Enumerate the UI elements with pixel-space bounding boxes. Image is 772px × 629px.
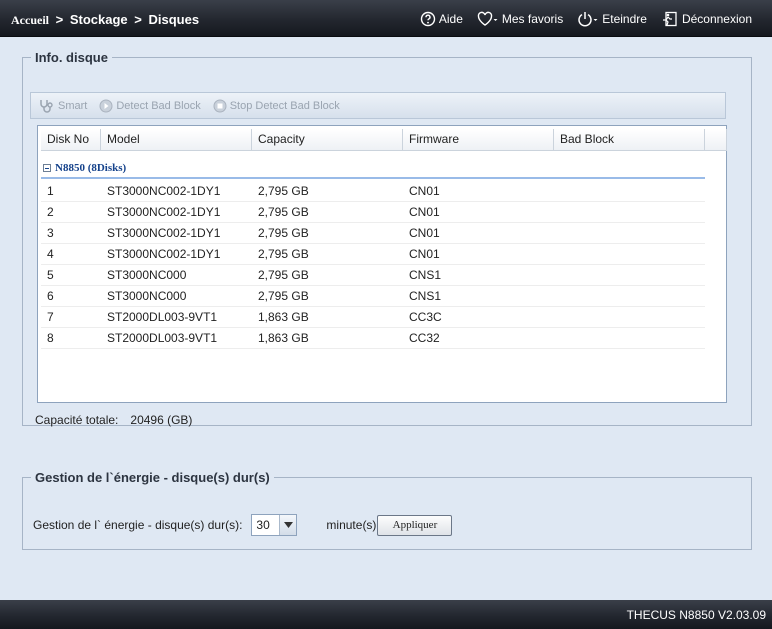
detect-bad-block-label: Detect Bad Block xyxy=(116,99,201,112)
table-row[interactable]: 4 ST3000NC002-1DY1 2,795 GB CN01 xyxy=(41,244,705,265)
table-row[interactable]: 7 ST2000DL003-9VT1 1,863 GB CC3C xyxy=(41,307,705,328)
cell-model: ST3000NC002-1DY1 xyxy=(107,247,221,261)
power-management-label: Gestion de l` énergie - disque(s) dur(s)… xyxy=(33,518,243,532)
power-management-panel: Gestion de l`énergie - disque(s) dur(s) … xyxy=(22,470,752,550)
cell-capacity: 1,863 GB xyxy=(258,310,309,324)
smart-label: Smart xyxy=(58,99,88,112)
stop-icon xyxy=(213,99,227,112)
total-capacity: Capacité totale: 20496 (GB) xyxy=(35,413,192,427)
firmware-version: THECUS N8850 V2.03.09 xyxy=(626,608,766,622)
breadcrumb-separator: > xyxy=(55,12,64,27)
cell-model: ST3000NC002-1DY1 xyxy=(107,205,221,219)
column-header-bad-block[interactable]: Bad Block xyxy=(554,129,705,150)
help-label: Aide xyxy=(438,12,463,26)
cell-model: ST3000NC002-1DY1 xyxy=(107,184,221,198)
cell-firmware: CC3C xyxy=(409,310,442,324)
favorites-button[interactable]: Mes favoris xyxy=(477,11,563,27)
cell-firmware: CN01 xyxy=(409,184,440,198)
cell-capacity: 2,795 GB xyxy=(258,184,309,198)
column-header-model[interactable]: Model xyxy=(101,129,252,150)
column-header-disk-no[interactable]: Disk No xyxy=(41,129,101,150)
cell-firmware: CNS1 xyxy=(409,289,442,303)
disk-grid: Disk No Model Capacity Firmware Bad Bloc… xyxy=(37,125,727,403)
heart-icon xyxy=(477,11,498,26)
cell-firmware: CC32 xyxy=(409,331,440,345)
logout-button[interactable]: Déconnexion xyxy=(661,11,752,27)
total-capacity-value: 20496 (GB) xyxy=(130,413,193,427)
table-row[interactable]: 1 ST3000NC002-1DY1 2,795 GB CN01 xyxy=(41,181,705,202)
column-header-capacity[interactable]: Capacity xyxy=(252,129,403,150)
breadcrumb-current-page: Disques xyxy=(148,12,200,27)
table-row[interactable]: 6 ST3000NC000 2,795 GB CNS1 xyxy=(41,286,705,307)
cell-firmware: CN01 xyxy=(409,247,440,261)
detect-bad-block-button[interactable]: Detect Bad Block xyxy=(99,99,201,113)
cell-disk-no: 1 xyxy=(47,184,54,198)
disk-toolbar: Smart Detect Bad Block Stop Detect Bad B… xyxy=(30,92,726,119)
table-row[interactable]: 3 ST3000NC002-1DY1 2,795 GB CN01 xyxy=(41,223,705,244)
column-header-spacer xyxy=(705,129,727,150)
exit-icon xyxy=(662,11,677,27)
apply-button[interactable]: Appliquer xyxy=(377,514,453,536)
stethoscope-icon xyxy=(40,99,53,113)
help-icon xyxy=(420,11,436,27)
chevron-down-icon[interactable] xyxy=(279,515,297,535)
disk-group-label: N8850 (8Disks) xyxy=(55,162,127,174)
cell-model: ST2000DL003-9VT1 xyxy=(107,310,218,324)
cell-disk-no: 7 xyxy=(47,310,54,324)
top-nav: Aide Mes favoris Eteindre Déconnexion xyxy=(420,11,752,27)
main-content: Info. disque Smart Detect Bad Block Stop… xyxy=(2,38,770,595)
logout-label: Déconnexion xyxy=(681,12,752,26)
favorites-label: Mes favoris xyxy=(501,12,564,26)
grid-header: Disk No Model Capacity Firmware Bad Bloc… xyxy=(41,129,727,151)
breadcrumb-section[interactable]: Stockage xyxy=(70,12,128,27)
cell-firmware: CN01 xyxy=(409,205,440,219)
standby-minutes-select[interactable]: 30 xyxy=(251,514,298,536)
cell-firmware: CNS1 xyxy=(409,268,442,282)
power-management-legend: Gestion de l`énergie - disque(s) dur(s) xyxy=(35,470,270,485)
cell-disk-no: 8 xyxy=(47,331,54,345)
cell-disk-no: 5 xyxy=(47,268,54,282)
help-button[interactable]: Aide xyxy=(420,11,463,27)
total-capacity-label: Capacité totale: xyxy=(35,413,119,427)
minutes-unit-label: minute(s) xyxy=(326,518,377,532)
footer-bar: THECUS N8850 V2.03.09 xyxy=(0,600,772,629)
cell-disk-no: 6 xyxy=(47,289,54,303)
cell-disk-no: 4 xyxy=(47,247,54,261)
shutdown-label: Eteindre xyxy=(602,12,647,26)
disk-info-legend: Info. disque xyxy=(35,50,108,65)
cell-disk-no: 3 xyxy=(47,226,54,240)
shutdown-button[interactable]: Eteindre xyxy=(577,11,647,27)
smart-button[interactable]: Smart xyxy=(39,99,87,113)
top-bar: Accueil > Stockage > Disques Aide Mes fa… xyxy=(0,0,772,37)
power-management-row: Gestion de l` énergie - disque(s) dur(s)… xyxy=(33,514,453,536)
cell-capacity: 2,795 GB xyxy=(258,226,309,240)
power-icon xyxy=(578,12,598,27)
collapse-icon[interactable] xyxy=(43,164,51,172)
table-row[interactable]: 8 ST2000DL003-9VT1 1,863 GB CC32 xyxy=(41,328,705,349)
stop-detect-bad-block-label: Stop Detect Bad Block xyxy=(229,99,340,112)
breadcrumb: Accueil > Stockage > Disques xyxy=(11,12,199,28)
cell-model: ST2000DL003-9VT1 xyxy=(107,331,218,345)
standby-minutes-value: 30 xyxy=(256,518,270,532)
disk-group-header[interactable]: N8850 (8Disks) xyxy=(41,159,705,179)
cell-firmware: CN01 xyxy=(409,226,440,240)
cell-capacity: 2,795 GB xyxy=(258,268,309,282)
cell-capacity: 2,795 GB xyxy=(258,247,309,261)
cell-model: ST3000NC000 xyxy=(107,289,187,303)
breadcrumb-separator: > xyxy=(134,12,142,27)
disk-info-panel: Info. disque Smart Detect Bad Block Stop… xyxy=(22,50,752,427)
play-icon xyxy=(99,99,113,112)
cell-capacity: 1,863 GB xyxy=(258,331,309,345)
disk-rows: 1 ST3000NC002-1DY1 2,795 GB CN01 2 ST3000NC00… xyxy=(41,181,705,349)
stop-detect-bad-block-button[interactable]: Stop Detect Bad Block xyxy=(213,99,340,113)
cell-model: ST3000NC000 xyxy=(107,268,187,282)
cell-model: ST3000NC002-1DY1 xyxy=(107,226,221,240)
cell-disk-no: 2 xyxy=(47,205,54,219)
cell-capacity: 2,795 GB xyxy=(258,289,309,303)
column-header-firmware[interactable]: Firmware xyxy=(403,129,554,150)
table-row[interactable]: 2 ST3000NC002-1DY1 2,795 GB CN01 xyxy=(41,202,705,223)
table-row[interactable]: 5 ST3000NC000 2,795 GB CNS1 xyxy=(41,265,705,286)
breadcrumb-home[interactable]: Accueil xyxy=(11,13,49,27)
cell-capacity: 2,795 GB xyxy=(258,205,309,219)
